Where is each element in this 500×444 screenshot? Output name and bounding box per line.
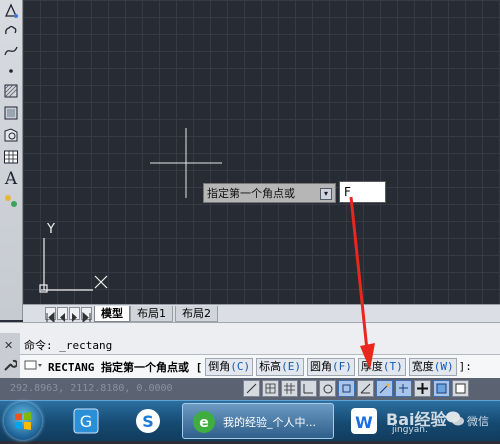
ucs-y-label: Y	[46, 222, 55, 237]
dynamic-input-icon[interactable]	[395, 380, 412, 397]
layout-tabs-bar: 模型 布局1 布局2	[23, 304, 500, 324]
start-button[interactable]	[4, 402, 42, 440]
option-thickness[interactable]: 厚度(T)	[357, 357, 406, 376]
wechat-watermark: 微信	[467, 415, 489, 428]
option-width[interactable]: 宽度(W)	[408, 357, 457, 376]
option-elevation[interactable]: 标高(E)	[256, 357, 304, 376]
command-prompt-icon[interactable]	[24, 359, 44, 374]
prompt-options-dropdown-icon[interactable]: ▾	[320, 188, 332, 200]
windows-logo-icon	[15, 412, 31, 430]
wechat-icon	[445, 410, 465, 432]
lineweight-icon[interactable]	[414, 380, 431, 397]
quick-properties-icon[interactable]	[452, 380, 469, 397]
option-fillet[interactable]: 圆角(F)	[306, 357, 355, 376]
next-tab-button[interactable]	[69, 307, 80, 322]
region-icon[interactable]	[2, 126, 20, 144]
transparency-icon[interactable]	[433, 380, 450, 397]
grid-display-icon[interactable]	[281, 380, 298, 397]
spline-icon[interactable]	[2, 42, 20, 60]
svg-text:S: S	[142, 412, 154, 431]
tab-layout2[interactable]: 布局2	[175, 306, 218, 322]
command-line-input[interactable]: RECTANG 指定第一个角点或 [ 倒角(C) 标高(E) 圆角(F) 厚度(…	[20, 354, 500, 379]
revcloud-icon[interactable]	[2, 22, 20, 40]
command-history-line: 命令: _rectang	[24, 339, 113, 352]
object-snap-icon[interactable]	[338, 380, 355, 397]
infer-constraints-icon[interactable]	[243, 380, 260, 397]
site-watermark: jingyan.	[392, 425, 428, 435]
close-icon[interactable]: ✕	[4, 339, 13, 352]
command-close-bracket: ]:	[458, 360, 472, 373]
command-window: ✕ 命令: _rectang RECTANG 指定第一个角点或 [ 倒角(C) …	[0, 322, 500, 379]
command-window-handle[interactable]: ✕	[0, 333, 20, 379]
polar-tracking-icon[interactable]	[319, 380, 336, 397]
snap-tracking-icon[interactable]	[357, 380, 374, 397]
add-selected-icon[interactable]	[2, 192, 20, 210]
canvas-overlay: Y	[39, 128, 222, 293]
tab-model[interactable]: 模型	[94, 306, 130, 322]
dynamic-input-prompt: 指定第一个角点或 ▾	[203, 183, 336, 203]
drawing-canvas[interactable]: Y	[23, 0, 500, 304]
last-tab-button[interactable]	[81, 307, 92, 324]
prev-tab-button[interactable]	[57, 307, 68, 322]
dynamic-prompt-text: 指定第一个角点或	[207, 187, 295, 200]
table-icon[interactable]	[2, 148, 20, 166]
windows-taskbar: G S e 我的经验_个人中... W Bai经验 jingyan. 微信	[0, 400, 500, 441]
dynamic-ucs-icon[interactable]	[376, 380, 393, 397]
command-prompt-text: RECTANG 指定第一个角点或 [	[48, 360, 203, 374]
dynamic-input-field[interactable]: F	[339, 181, 386, 203]
left-draw-toolbar: A	[0, 0, 23, 320]
snap-mode-icon[interactable]	[262, 380, 279, 397]
browser-e-icon: e	[193, 411, 215, 433]
point-icon[interactable]	[2, 62, 20, 80]
tab-layout1[interactable]: 布局1	[130, 306, 173, 322]
svg-text:e: e	[199, 415, 209, 431]
ucs-icon	[39, 238, 108, 293]
option-chamfer[interactable]: 倒角(C)	[205, 357, 254, 376]
svg-text:G: G	[80, 412, 92, 431]
sogou-icon[interactable]: S	[128, 404, 168, 438]
hatch-icon[interactable]	[2, 82, 20, 100]
polygon-icon[interactable]	[2, 2, 20, 20]
status-bar: 292.8963, 2112.8180, 0.0000	[0, 378, 500, 400]
taskbar-app-g-icon[interactable]: G	[66, 404, 106, 438]
taskbar-browser-task[interactable]: e 我的经验_个人中...	[182, 403, 334, 439]
gradient-icon[interactable]	[2, 104, 20, 122]
svg-text:W: W	[355, 413, 373, 432]
coordinate-readout: 292.8963, 2112.8180, 0.0000	[10, 383, 173, 394]
browser-task-title: 我的经验_个人中...	[223, 416, 316, 429]
mtext-icon[interactable]: A	[2, 169, 20, 189]
first-tab-button[interactable]	[45, 307, 56, 324]
ortho-mode-icon[interactable]	[300, 380, 317, 397]
wps-icon[interactable]: W	[344, 403, 384, 439]
customize-wrench-icon[interactable]	[3, 357, 18, 376]
